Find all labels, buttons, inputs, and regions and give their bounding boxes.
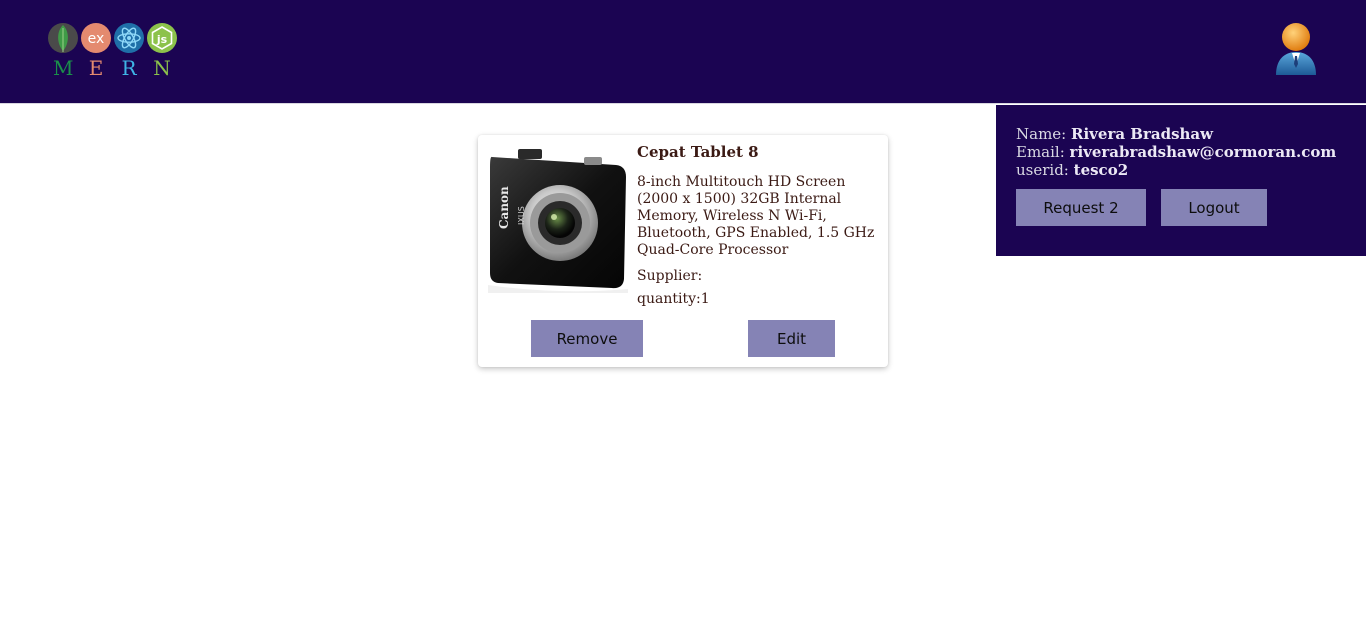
camera-brand-text: Canon [497,186,511,229]
user-info-panel: Name: Rivera Bradshaw Email: riverabrads… [996,105,1366,256]
logout-button[interactable]: Logout [1161,189,1267,226]
product-card: Canon IXUS Cepat Tablet 8 8-inch Multito… [478,135,888,367]
logo-letter-r: R [121,56,137,80]
product-description: 8-inch Multitouch HD Screen (2000 x 1500… [637,174,875,258]
logo-letter-n: N [153,56,171,80]
logo-letters: M E R N [48,56,180,80]
user-name-label: Name: [1016,125,1067,143]
user-name-row: Name: Rivera Bradshaw [1016,125,1336,143]
user-id-label: userid: [1016,161,1069,179]
product-supplier: Supplier: [637,268,703,284]
user-id-row: userid: tesco2 [1016,161,1336,179]
user-id-value: tesco2 [1073,161,1129,179]
product-details: Cepat Tablet 8 8-inch Multitouch HD Scre… [637,143,877,308]
edit-button[interactable]: Edit [748,320,835,357]
logo-letter-e: E [88,56,104,80]
svg-text:js: js [156,33,168,46]
user-name-value: Rivera Bradshaw [1071,125,1214,143]
user-email-row: Email: riverabradshaw@cormoran.com [1016,143,1336,161]
camera-model-text: IXUS [517,206,526,225]
user-email-label: Email: [1016,143,1065,161]
product-title: Cepat Tablet 8 [637,143,759,161]
mongodb-leaf-icon [48,23,78,53]
logo-icons: ex js [48,23,177,53]
request-button[interactable]: Request 2 [1016,189,1146,226]
logo-letter-m: M [53,56,74,80]
user-email-value: riverabradshaw@cormoran.com [1069,143,1337,161]
remove-button[interactable]: Remove [531,320,643,357]
react-icon [114,23,144,53]
svg-text:ex: ex [88,31,105,47]
user-avatar-icon[interactable] [1270,20,1322,76]
express-icon: ex [81,23,111,53]
mern-logo[interactable]: ex js M E R N [48,22,180,80]
product-quantity: quantity:1 [637,291,710,307]
user-details: Name: Rivera Bradshaw Email: riverabrads… [1016,125,1336,179]
top-header: ex js M E R N [0,0,1366,104]
camera-product-image: Canon IXUS [488,149,628,293]
nodejs-icon: js [147,23,177,53]
